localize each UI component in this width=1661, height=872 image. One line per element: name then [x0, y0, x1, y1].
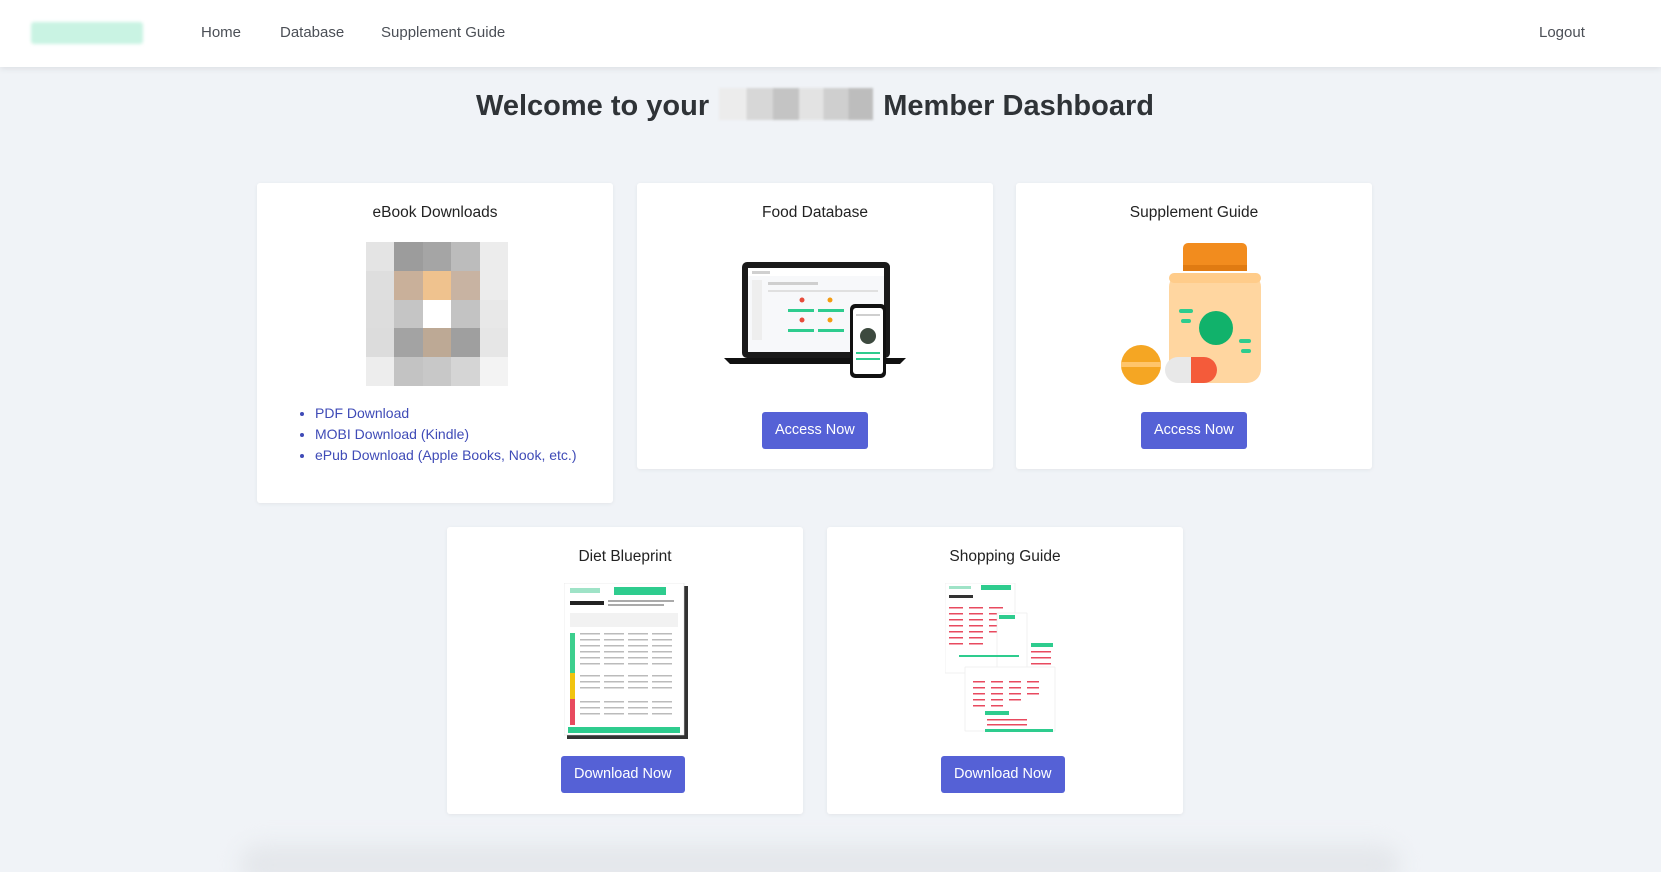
diet-blueprint-preview-image	[564, 583, 688, 739]
shopping-guide-download-button[interactable]: Download Now	[941, 756, 1065, 793]
card-title: Diet Blueprint	[578, 548, 672, 565]
site-logo[interactable]	[31, 22, 143, 44]
ebook-downloads-card: eBook Downloads PDF Download MOBI Downlo…	[257, 183, 613, 503]
list-item: MOBI Download (Kindle)	[315, 424, 576, 445]
ebook-cover-image	[366, 242, 508, 386]
epub-download-link[interactable]: ePub Download (Apple Books, Nook, etc.)	[315, 447, 576, 463]
shopping-guide-preview-image	[945, 583, 1056, 732]
card-title: eBook Downloads	[372, 204, 498, 221]
title-prefix: Welcome to your	[476, 90, 710, 122]
nav-database-link[interactable]: Database	[280, 24, 344, 41]
redacted-brand-name	[719, 88, 874, 121]
shopping-guide-card: Shopping Guide Download Now	[827, 527, 1183, 814]
logout-link[interactable]: Logout	[1539, 24, 1585, 41]
mobi-download-link[interactable]: MOBI Download (Kindle)	[315, 426, 469, 442]
food-database-card: Food Database Access Now	[637, 183, 993, 469]
supplement-guide-card: Supplement Guide Access Now	[1016, 183, 1372, 469]
list-item: PDF Download	[315, 403, 576, 424]
supplement-bottle-icon	[1121, 243, 1261, 385]
diet-blueprint-download-button[interactable]: Download Now	[561, 756, 685, 793]
nav-home-link[interactable]: Home	[201, 24, 241, 41]
nav-supplement-guide-link[interactable]: Supplement Guide	[381, 24, 505, 41]
download-links-list: PDF Download MOBI Download (Kindle) ePub…	[315, 403, 576, 466]
card-title: Shopping Guide	[949, 548, 1061, 565]
laptop-phone-image	[724, 262, 906, 378]
supplement-guide-access-button[interactable]: Access Now	[1141, 412, 1247, 449]
card-title: Supplement Guide	[1129, 204, 1259, 221]
food-database-access-button[interactable]: Access Now	[762, 412, 868, 449]
title-suffix: Member Dashboard	[883, 90, 1154, 122]
top-navbar: Home Database Supplement Guide Logout	[0, 0, 1661, 67]
card-title: Food Database	[762, 204, 868, 221]
list-item: ePub Download (Apple Books, Nook, etc.)	[315, 445, 576, 466]
footer-shadow	[240, 845, 1400, 872]
page-title: Welcome to your Member Dashboard	[0, 88, 1630, 123]
diet-blueprint-card: Diet Blueprint Download Now	[447, 527, 803, 814]
pdf-download-link[interactable]: PDF Download	[315, 405, 409, 421]
